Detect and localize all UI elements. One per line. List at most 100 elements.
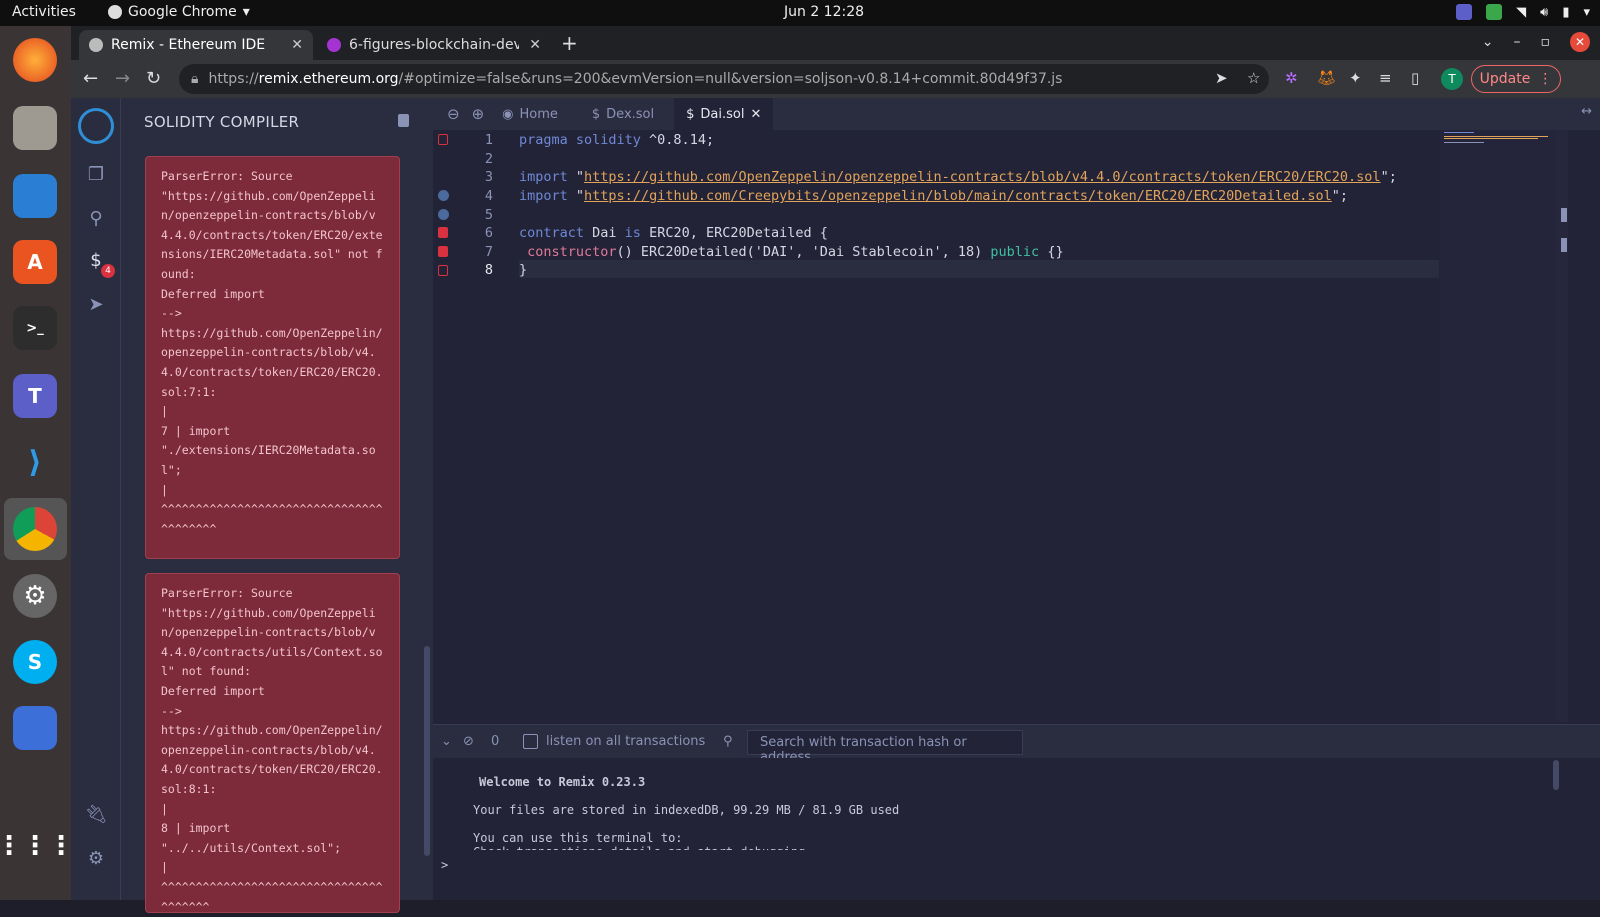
remix-logo-icon[interactable] — [78, 108, 114, 144]
error-marker-icon[interactable] — [438, 134, 448, 145]
line-number: 7 — [484, 244, 493, 260]
line-number: 2 — [484, 151, 493, 167]
update-button[interactable]: Update ⋮ — [1471, 65, 1561, 93]
import-link[interactable]: https://github.com/Creepybits/openzeppel… — [584, 188, 1332, 204]
wifi-icon[interactable]: ◥ — [1516, 5, 1526, 20]
profile-avatar[interactable]: T — [1441, 68, 1463, 90]
editor-scrollbar[interactable] — [1556, 130, 1568, 722]
forward-arrow-icon[interactable]: → — [115, 68, 130, 89]
side-panel-icon[interactable]: ▯ — [1411, 69, 1419, 87]
zoom-in-icon[interactable]: ⊕ — [466, 105, 491, 123]
tab-remix[interactable]: Remix - Ethereum IDE ✕ — [79, 30, 313, 60]
app-grid-icon[interactable]: ⋮⋮⋮ — [0, 824, 74, 868]
bookmark-star-icon[interactable]: ☆ — [1247, 69, 1260, 87]
error-marker-icon[interactable] — [438, 265, 448, 276]
files-icon[interactable] — [13, 106, 57, 150]
collapse-panel-icon[interactable] — [398, 114, 409, 127]
tab-blockchain-course[interactable]: 6-figures-blockchain-deve ✕ — [317, 30, 551, 60]
battery-icon[interactable]: ▮ — [1562, 5, 1569, 20]
close-tab-icon[interactable]: ✕ — [750, 107, 761, 122]
tab-label: Home — [519, 106, 558, 122]
side-panel-scrollbar[interactable] — [424, 646, 430, 856]
clear-console-icon[interactable]: ⊘ — [463, 734, 474, 749]
browser-toolbar: ← → ↻ 🔒︎ https://remix.ethereum.org/#opt… — [71, 60, 1600, 98]
firefox-icon[interactable] — [13, 38, 57, 82]
tab-label: 6-figures-blockchain-deve — [349, 37, 519, 53]
system-tray[interactable]: ◥ 🔊︎ ▮ ▾ — [1456, 4, 1590, 20]
settings-icon[interactable]: ⚙ — [13, 574, 57, 618]
close-tab-icon[interactable]: ✕ — [529, 37, 541, 53]
metamask-icon[interactable]: 🦊︎ — [1317, 69, 1336, 87]
app-menu[interactable]: Google Chrome ▾ — [108, 4, 250, 20]
teams-icon[interactable]: T — [13, 374, 57, 418]
solidity-file-icon: $ — [686, 106, 695, 122]
vscode-icon[interactable]: ⟩ — [13, 440, 57, 484]
course-favicon-icon — [327, 38, 341, 52]
collapse-terminal-icon[interactable]: ⌄ — [441, 734, 452, 749]
volume-icon[interactable]: 🔊︎ — [1540, 5, 1548, 20]
writer-icon[interactable] — [13, 174, 57, 218]
deploy-icon[interactable]: ➤ — [84, 292, 108, 316]
teams-tray-icon[interactable] — [1456, 4, 1473, 20]
media-icon[interactable]: ≡ — [1379, 69, 1392, 87]
tx-search-input[interactable]: Search with transaction hash or address — [747, 730, 1023, 765]
tab-home[interactable]: ◉ Home — [490, 98, 570, 130]
browser-tab-strip: Remix - Ethereum IDE ✕ 6-figures-blockch… — [71, 26, 1600, 60]
screenshot-icon[interactable] — [13, 706, 57, 750]
terminal[interactable]: Welcome to Remix 0.23.3 Your files are s… — [433, 758, 1600, 900]
send-icon[interactable]: ➤ — [1215, 69, 1228, 87]
zoom-out-icon[interactable]: ⊖ — [441, 105, 466, 123]
listen-label: listen on all transactions — [546, 734, 706, 749]
chrome-icon[interactable] — [13, 507, 57, 551]
tab-search-icon[interactable]: ⌄ — [1482, 34, 1494, 50]
tab-label: Dai.sol — [700, 106, 745, 122]
code-line: contract Dai is ERC20, ERC20Detailed { — [519, 225, 828, 241]
error-card[interactable]: ParserError: Source "https://github.com/… — [145, 573, 400, 914]
close-tab-icon[interactable]: ✕ — [291, 37, 303, 53]
terminal-prompt[interactable]: > — [441, 858, 448, 872]
caret-down-icon[interactable]: ▾ — [1583, 5, 1590, 20]
clock[interactable]: Jun 2 12:28 — [784, 4, 864, 20]
new-tab-button[interactable]: + — [561, 31, 578, 55]
minimap-line — [1444, 132, 1474, 133]
line-number: 1 — [484, 132, 493, 148]
code-editor[interactable]: pragma solidity ^0.8.14; import "https:/… — [519, 130, 1439, 722]
url-text: https://remix.ethereum.org/#optimize=fal… — [208, 71, 1063, 87]
breakpoint-marker-icon[interactable] — [438, 209, 449, 220]
import-link[interactable]: https://github.com/OpenZeppelin/openzepp… — [584, 169, 1381, 185]
error-marker-icon[interactable] — [438, 246, 448, 257]
solidity-compiler-panel: SOLIDITY COMPILER ParserError: Source "h… — [121, 98, 433, 914]
error-card[interactable]: ParserError: Source "https://github.com/… — [145, 156, 400, 559]
reload-icon[interactable]: ↻ — [146, 68, 161, 89]
activities-button[interactable]: Activities — [12, 4, 76, 20]
address-bar[interactable]: 🔒︎ https://remix.ethereum.org/#optimize=… — [179, 64, 1269, 94]
minimap[interactable] — [1440, 130, 1556, 722]
close-window-button[interactable]: ✕ — [1570, 32, 1590, 52]
skype-icon[interactable]: S — [13, 640, 57, 684]
plugin-manager-icon[interactable]: 🔌︎ — [84, 802, 108, 826]
search-icon[interactable]: ⚲ — [84, 206, 108, 230]
minimize-button[interactable]: – — [1514, 34, 1521, 50]
scroll-thumb[interactable] — [1561, 208, 1567, 222]
expand-icon[interactable]: ↔ — [1581, 104, 1592, 119]
terminal-scrollbar[interactable] — [1553, 760, 1559, 790]
shield-tray-icon[interactable] — [1486, 4, 1503, 20]
tab-label: Remix - Ethereum IDE — [111, 37, 266, 53]
error-marker-icon[interactable] — [438, 227, 448, 238]
back-arrow-icon[interactable]: ← — [83, 68, 98, 89]
extension-puzzle-colored-icon[interactable]: ✲ — [1285, 69, 1298, 87]
maximize-button[interactable]: ▫ — [1541, 34, 1551, 50]
tab-dai-sol[interactable]: $ Dai.sol ✕ — [674, 98, 774, 130]
storage-line: Your files are stored in indexedDB, 99.2… — [473, 803, 900, 817]
settings-icon[interactable]: ⚙ — [84, 846, 108, 870]
terminal-icon[interactable]: >_ — [13, 306, 57, 350]
tab-dex-sol[interactable]: $ Dex.sol — [580, 98, 666, 130]
extensions-icon[interactable]: ✦ — [1349, 69, 1362, 87]
breakpoint-marker-icon[interactable] — [438, 190, 449, 201]
file-explorer-icon[interactable]: ❐ — [84, 162, 108, 186]
dock: A >_ T ⟩ ⚙ S ⋮⋮⋮ — [0, 26, 74, 900]
software-icon[interactable]: A — [13, 240, 57, 284]
listen-checkbox[interactable] — [523, 734, 538, 749]
scroll-thumb[interactable] — [1561, 238, 1567, 252]
lock-icon[interactable]: 🔒︎ — [191, 71, 198, 87]
